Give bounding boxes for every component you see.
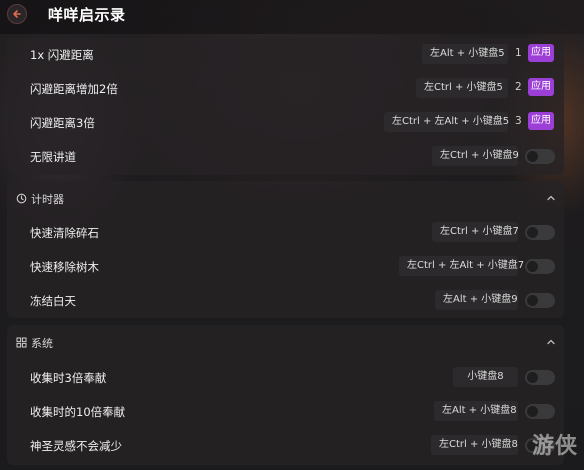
cheat-label: 快速清除碎石 (30, 226, 99, 240)
cheat-row: 1x 闪避距离 左Alt + 小键盘5 1 应用 (7, 40, 564, 70)
section-header[interactable]: 系统 (7, 325, 564, 361)
app-header: 咩咩启示录 (0, 0, 584, 34)
cheat-row: 无限讲道 左Ctrl + 小键盘9 (7, 142, 564, 172)
hotkey-badge[interactable]: 左Alt + 小键盘8 (434, 401, 518, 421)
cheat-toggle[interactable] (525, 259, 555, 274)
hotkey-badge[interactable]: 左Alt + 小键盘9 (435, 290, 518, 310)
apply-button[interactable]: 应用 (528, 44, 554, 62)
toggle-knob (527, 295, 538, 306)
toggle-knob (527, 151, 538, 162)
chevron-up-icon[interactable] (546, 337, 556, 347)
hotkey-badge[interactable]: 左Ctrl + 小键盘7 (432, 222, 519, 242)
level-number: 2 (515, 81, 522, 93)
toggle-knob (527, 372, 538, 383)
hotkey-badge[interactable]: 左Alt + 小键盘5 (422, 44, 508, 64)
cheat-label: 冻结白天 (30, 294, 76, 308)
cheat-row: 快速移除树木 左Ctrl + 左Alt + 小键盘7 (7, 252, 564, 282)
hotkey-badge[interactable]: 左Ctrl + 左Alt + 小键盘7 (399, 256, 524, 276)
arrow-left-icon (13, 10, 21, 18)
cheat-label: 无限讲道 (30, 150, 76, 164)
level-number: 3 (515, 115, 522, 127)
cheat-row: 冻结白天 左Alt + 小键盘9 (7, 286, 564, 316)
cheat-row: 神圣灵感不会减少 左Ctrl + 小键盘8 (7, 431, 564, 461)
section-title: 计时器 (31, 193, 64, 206)
cheat-label: 收集时的10倍奉献 (30, 405, 126, 419)
hotkey-badge[interactable]: 左Ctrl + 左Alt + 小键盘5 (384, 112, 509, 132)
cheat-toggle[interactable] (525, 225, 555, 240)
chevron-up-icon[interactable] (546, 193, 556, 203)
cheat-toggle[interactable] (525, 370, 555, 385)
cheat-row: 收集时的10倍奉献 左Alt + 小键盘8 (7, 397, 564, 427)
section-header[interactable]: 计时器 (7, 181, 564, 217)
cheat-row: 收集时3倍奉献 小键盘8 (7, 363, 564, 393)
cheat-label: 收集时3倍奉献 (30, 371, 107, 385)
cheat-toggle[interactable] (525, 149, 555, 164)
back-button[interactable] (7, 4, 27, 24)
level-number: 1 (515, 47, 522, 59)
cheat-row: 闪避距离增加2倍 左Ctrl + 小键盘5 2 应用 (7, 74, 564, 104)
timer-section: 计时器 快速清除碎石 左Ctrl + 小键盘7 快速移除树木 左Ctrl + 左… (7, 181, 564, 318)
hotkey-badge[interactable]: 左Ctrl + 小键盘8 (431, 435, 518, 455)
cheat-label: 闪避距离增加2倍 (30, 82, 118, 96)
hotkey-badge[interactable]: 左Ctrl + 小键盘5 (416, 78, 508, 98)
cheat-panel-top: 1x 闪避距离 左Alt + 小键盘5 1 应用 闪避距离增加2倍 左Ctrl … (7, 38, 564, 175)
apply-button[interactable]: 应用 (528, 78, 554, 96)
apply-button[interactable]: 应用 (528, 112, 554, 130)
cheat-label: 闪避距离3倍 (30, 116, 95, 130)
cheat-label: 1x 闪避距离 (30, 48, 94, 62)
cheat-label: 快速移除树木 (30, 260, 99, 274)
system-section: 系统 收集时3倍奉献 小键盘8 收集时的10倍奉献 左Alt + 小键盘8 神圣… (7, 325, 564, 465)
hotkey-badge[interactable]: 左Ctrl + 小键盘9 (432, 146, 519, 166)
cheat-toggle[interactable] (525, 404, 555, 419)
cheat-row: 闪避距离3倍 左Ctrl + 左Alt + 小键盘5 3 应用 (7, 108, 564, 138)
page-title: 咩咩启示录 (48, 6, 126, 24)
toggle-knob (527, 261, 538, 272)
grid-icon (16, 337, 27, 348)
site-watermark: 游侠 (531, 434, 578, 459)
toggle-knob (527, 227, 538, 238)
hotkey-badge[interactable]: 小键盘8 (453, 367, 518, 387)
clock-icon (16, 193, 27, 204)
cheat-row: 快速清除碎石 左Ctrl + 小键盘7 (7, 218, 564, 248)
toggle-knob (527, 406, 538, 417)
cheat-label: 神圣灵感不会减少 (30, 439, 122, 453)
cheat-toggle[interactable] (525, 293, 555, 308)
section-title: 系统 (31, 337, 53, 350)
